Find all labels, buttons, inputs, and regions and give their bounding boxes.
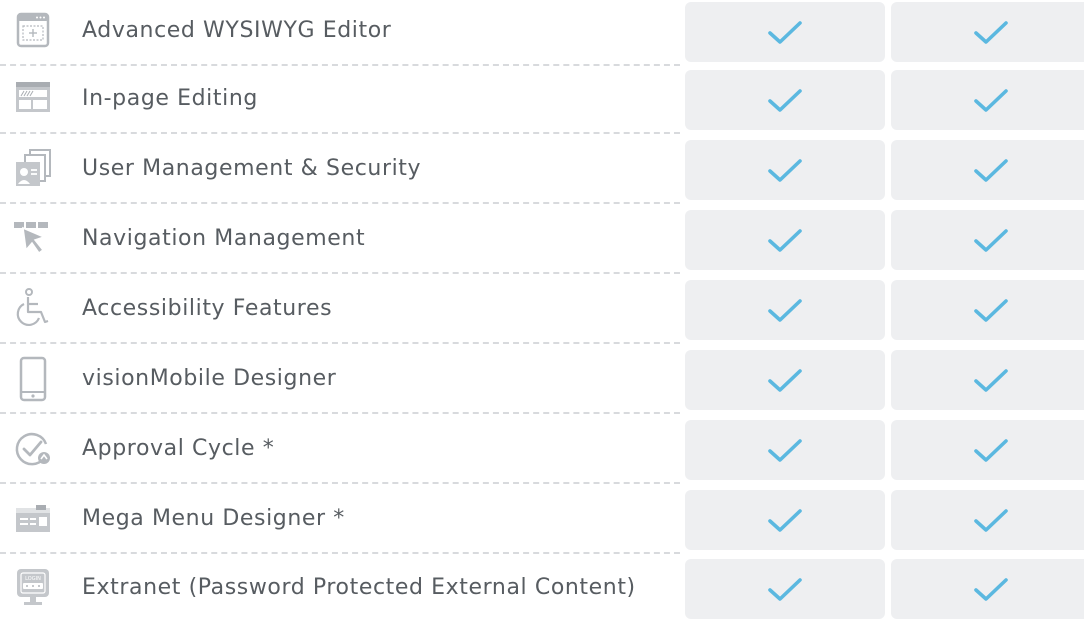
comparison-cell-col2 xyxy=(891,420,1084,480)
row-divider xyxy=(0,552,680,554)
navigation-cursor-icon xyxy=(8,214,58,264)
approval-cycle-icon xyxy=(8,424,58,474)
comparison-cell-col2 xyxy=(891,2,1084,62)
row-divider xyxy=(0,64,680,66)
comparison-cell-col2 xyxy=(891,490,1084,550)
login-monitor-icon: LOGIN xyxy=(8,563,58,613)
row-divider xyxy=(0,272,680,274)
feature-label: Extranet (Password Protected External Co… xyxy=(82,575,636,600)
wysiwyg-editor-icon xyxy=(8,6,58,56)
row-divider xyxy=(0,342,680,344)
feature-label: visionMobile Designer xyxy=(82,366,337,391)
feature-label: Accessibility Features xyxy=(82,296,333,321)
mobile-phone-icon xyxy=(8,354,58,404)
comparison-cell-col1 xyxy=(685,350,885,410)
feature-row: Navigation Management xyxy=(0,208,1084,270)
comparison-cell-col1 xyxy=(685,280,885,340)
comparison-cell-col2 xyxy=(891,280,1084,340)
feature-row: Approval Cycle * xyxy=(0,418,1084,480)
feature-label: Mega Menu Designer * xyxy=(82,506,345,531)
comparison-cell-col1 xyxy=(685,70,885,130)
comparison-cell-col1 xyxy=(685,420,885,480)
in-page-editing-icon xyxy=(8,74,58,124)
feature-label: Navigation Management xyxy=(82,226,366,251)
feature-row: Mega Menu Designer * xyxy=(0,488,1084,550)
feature-row: Accessibility Features xyxy=(0,278,1084,340)
feature-label: Advanced WYSIWYG Editor xyxy=(82,18,392,43)
feature-row: In-page Editing xyxy=(0,68,1084,130)
comparison-cell-col2 xyxy=(891,140,1084,200)
row-divider xyxy=(0,202,680,204)
feature-label: Approval Cycle * xyxy=(82,436,275,461)
feature-label: User Management & Security xyxy=(82,156,422,181)
feature-row: Advanced WYSIWYG Editor xyxy=(0,0,1084,62)
comparison-cell-col2 xyxy=(891,559,1084,619)
feature-row: visionMobile Designer xyxy=(0,348,1084,410)
comparison-cell-col2 xyxy=(891,70,1084,130)
comparison-cell-col2 xyxy=(891,210,1084,270)
comparison-cell-col1 xyxy=(685,490,885,550)
wheelchair-icon xyxy=(8,284,58,334)
user-management-icon xyxy=(8,144,58,194)
login-text: LOGIN xyxy=(25,576,41,582)
comparison-cell-col2 xyxy=(891,350,1084,410)
row-divider xyxy=(0,412,680,414)
comparison-cell-col1 xyxy=(685,210,885,270)
mega-menu-icon xyxy=(8,494,58,544)
feature-row: LOGIN Extranet (Password Protected Extern… xyxy=(0,557,1084,619)
row-divider xyxy=(0,482,680,484)
comparison-cell-col1 xyxy=(685,140,885,200)
comparison-cell-col1 xyxy=(685,2,885,62)
feature-label: In-page Editing xyxy=(82,86,258,111)
comparison-cell-col1 xyxy=(685,559,885,619)
row-divider xyxy=(0,132,680,134)
feature-row: User Management & Security xyxy=(0,138,1084,200)
